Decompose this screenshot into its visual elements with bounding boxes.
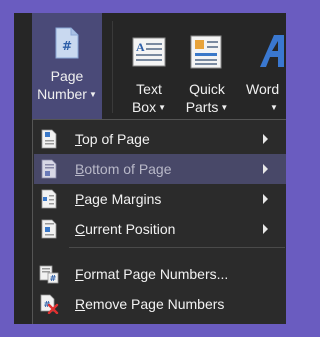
chevron-down-icon: ▼ <box>270 103 278 112</box>
chevron-down-icon: ▼ <box>88 90 97 99</box>
wordart-icon <box>260 35 284 67</box>
chevron-right-icon <box>263 164 268 174</box>
menu-item-label: urrent Position <box>85 221 176 237</box>
menu-item-label: op of Page <box>82 131 150 147</box>
menu-item-label: ottom of Page <box>84 161 172 177</box>
page-margins-icon <box>41 189 57 209</box>
quick-parts-button[interactable]: Quick Parts ▼ <box>180 13 234 120</box>
page-number-label-1: Page <box>50 68 84 84</box>
menu-item-label: emove Page Numbers <box>85 296 225 312</box>
ribbon-separator <box>112 21 113 113</box>
svg-text:#: # <box>62 39 72 53</box>
page-number-button[interactable]: # Page Number ▼ <box>32 13 102 120</box>
quick-parts-icon <box>190 35 222 69</box>
text-box-label-2: Box <box>131 99 157 115</box>
quick-parts-label-1: Quick <box>189 81 225 97</box>
top-of-page-icon <box>41 129 57 149</box>
insert-ribbon: # Page Number ▼ A Text Box ▼ Quick Parts… <box>14 13 286 120</box>
page-number-icon: # <box>55 27 79 59</box>
format-page-numbers-icon: # <box>39 265 59 284</box>
svg-text:#: # <box>50 274 57 283</box>
chevron-down-icon: ▼ <box>220 103 229 112</box>
wordart-label: Word <box>246 81 280 97</box>
current-position-icon <box>41 219 57 239</box>
chevron-right-icon <box>263 134 268 144</box>
menu-item-current-position[interactable]: Current Position <box>34 214 286 244</box>
ribbon-window: # Page Number ▼ A Text Box ▼ Quick Parts… <box>14 13 286 324</box>
menu-item-top-of-page[interactable]: Top of Page <box>34 124 286 154</box>
page-number-menu: Top of Page Bottom of Page Page Margins <box>32 119 286 324</box>
menu-item-mnemonic: P <box>75 191 85 207</box>
menu-separator <box>69 247 285 248</box>
menu-item-mnemonic: R <box>75 296 86 312</box>
menu-item-mnemonic: C <box>75 221 86 237</box>
svg-text:A: A <box>136 40 145 54</box>
chevron-right-icon <box>263 194 268 204</box>
menu-item-mnemonic: B <box>75 161 85 177</box>
menu-item-page-margins[interactable]: Page Margins <box>34 184 286 214</box>
wordart-button[interactable]: Word ▼ <box>238 13 286 120</box>
text-box-label-1: Text <box>136 81 162 97</box>
quick-parts-label-2: Parts <box>185 99 219 115</box>
menu-item-label: ormat Page Numbers... <box>83 266 229 282</box>
menu-item-mnemonic: F <box>75 266 84 282</box>
bottom-of-page-icon <box>41 159 57 179</box>
page-number-label-2: Number <box>37 86 87 102</box>
menu-item-format-page-numbers[interactable]: # Format Page Numbers... <box>34 259 286 289</box>
menu-item-label: age Margins <box>84 191 162 207</box>
chevron-down-icon: ▼ <box>158 103 167 112</box>
menu-item-remove-page-numbers[interactable]: # Remove Page Numbers <box>34 289 286 319</box>
menu-item-bottom-of-page[interactable]: Bottom of Page <box>34 154 286 184</box>
chevron-right-icon <box>263 224 268 234</box>
remove-page-numbers-icon: # <box>40 294 59 314</box>
text-box-button[interactable]: A Text Box ▼ <box>126 13 172 120</box>
text-box-icon: A <box>132 37 166 67</box>
menu-item-mnemonic: T <box>75 131 82 147</box>
